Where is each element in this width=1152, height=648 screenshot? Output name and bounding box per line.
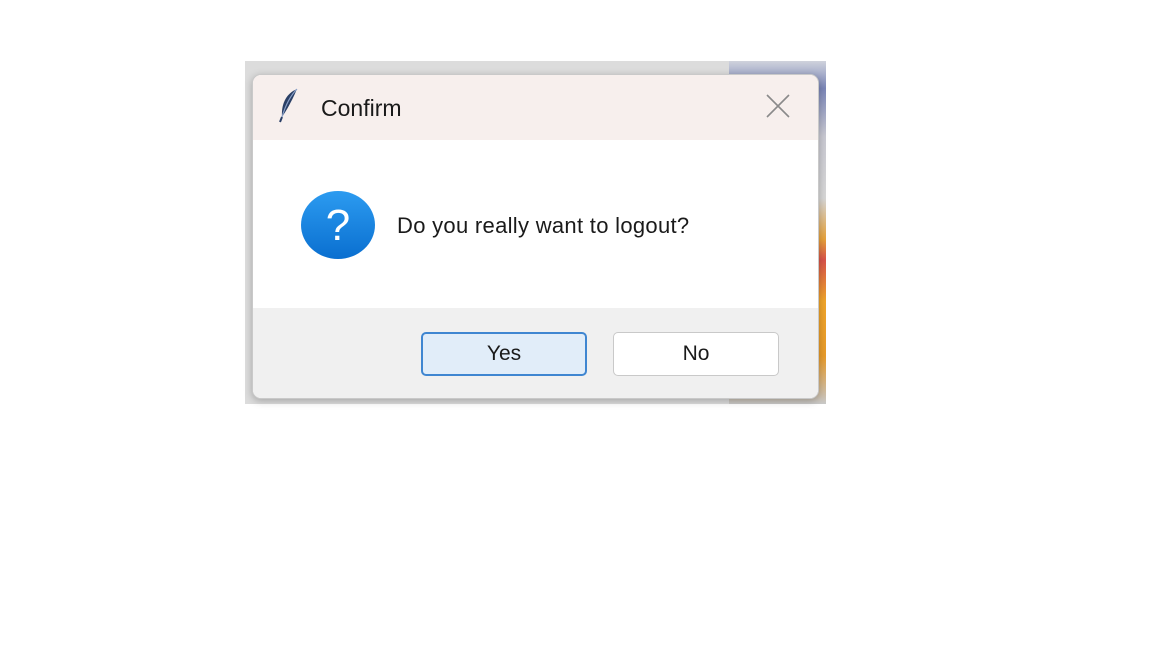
dialog-title: Confirm xyxy=(321,95,402,121)
no-button[interactable]: No xyxy=(613,332,779,376)
dialog-content: ? Do you really want to logout? xyxy=(253,140,818,308)
confirm-dialog: Confirm ? Do you really want to logout? … xyxy=(252,74,819,399)
yes-button[interactable]: Yes xyxy=(421,332,587,376)
svg-text:?: ? xyxy=(326,201,350,250)
feather-icon xyxy=(277,87,301,123)
question-icon: ? xyxy=(300,190,376,260)
dialog-message: Do you really want to logout? xyxy=(397,213,690,238)
close-icon xyxy=(765,93,791,124)
button-bar: Yes No xyxy=(253,308,818,398)
title-bar[interactable]: Confirm xyxy=(253,75,818,140)
close-button[interactable] xyxy=(753,88,803,128)
